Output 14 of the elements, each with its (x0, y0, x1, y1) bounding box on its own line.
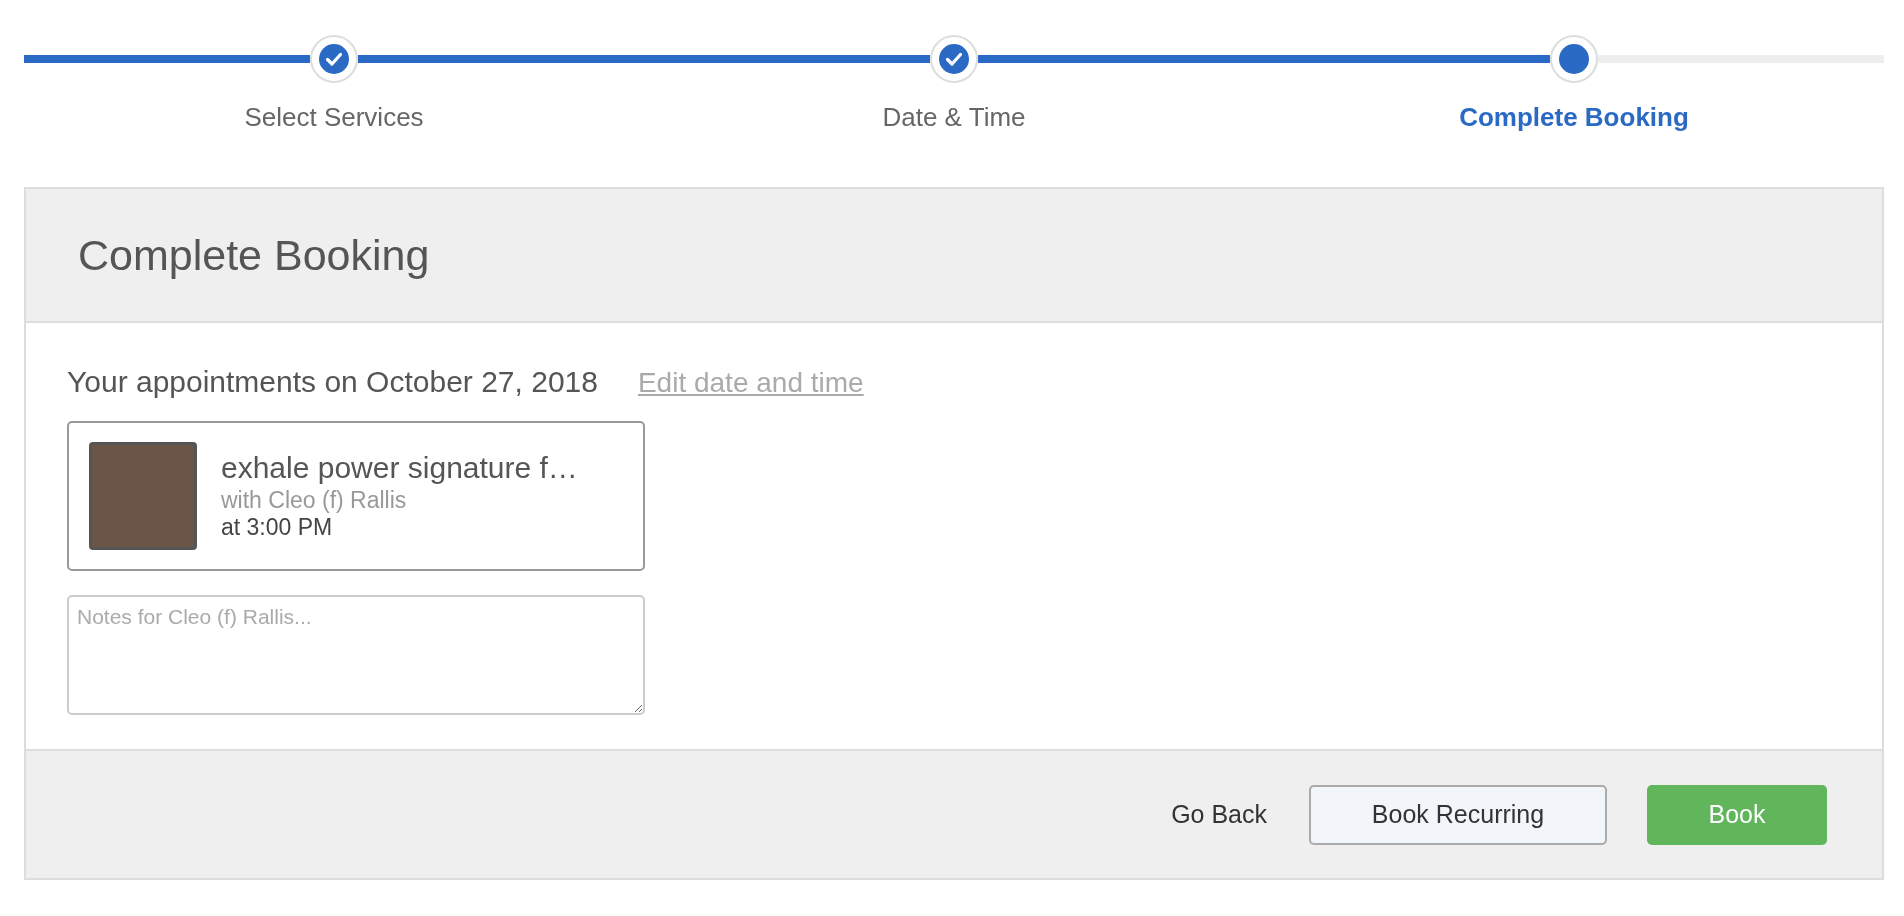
step-label: Date & Time (882, 102, 1026, 133)
notes-field[interactable]: Notes for Cleo (f) Rallis... (67, 595, 645, 715)
go-back-link[interactable]: Go Back (1171, 800, 1267, 829)
appointments-heading: Your appointments on October 27, 2018 (67, 365, 598, 399)
panel-title: Complete Booking (78, 230, 430, 280)
staff-name: with Cleo (f) Rallis (221, 487, 408, 514)
service-name: exhale power signature f… (221, 451, 578, 485)
step-label: Select Services (244, 102, 424, 133)
check-icon (939, 44, 969, 74)
dot-icon (1559, 44, 1589, 74)
appointment-time: at 3:00 PM (221, 514, 334, 541)
step-label: Complete Booking (1459, 102, 1689, 133)
book-recurring-button[interactable]: Book Recurring (1309, 784, 1607, 845)
check-icon (319, 44, 349, 74)
